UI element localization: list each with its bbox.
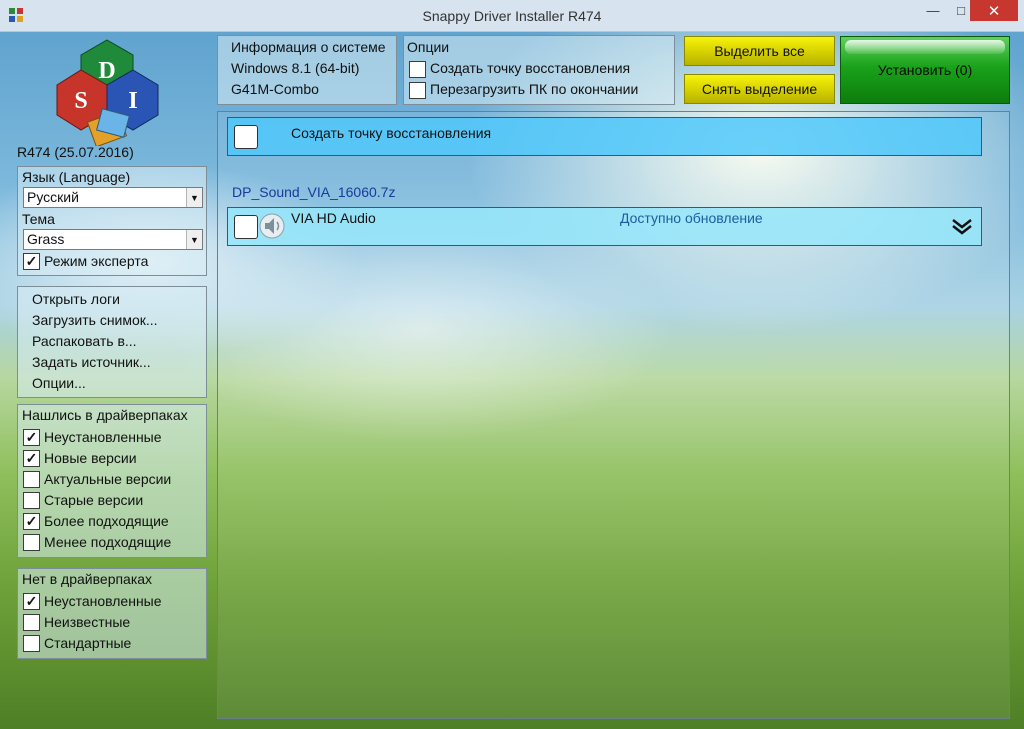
driver-row[interactable]: VIA HD Audio Доступно обновление	[227, 207, 982, 246]
filter-unknown-label: Неизвестные	[44, 614, 131, 630]
found-filter-panel: Нашлись в драйверпаках ✓ Неустановленные…	[17, 404, 207, 558]
checkmark-icon: ✓	[25, 253, 38, 269]
theme-select[interactable]: Grass ▼	[23, 229, 203, 250]
sdi-logo: D S I	[56, 39, 159, 146]
minimize-icon: —	[926, 3, 940, 18]
restore-row-checkbox[interactable]	[234, 125, 258, 149]
logo-letter-s: S	[74, 88, 87, 114]
options-title: Опции	[407, 39, 450, 55]
filter-better-checkbox[interactable]: ✓	[23, 513, 40, 530]
driverpack-name: DP_Sound_VIA_16060.7z	[232, 184, 396, 200]
filter-newer-checkbox[interactable]: ✓	[23, 450, 40, 467]
chevron-down-icon: ▼	[186, 188, 202, 207]
speaker-icon	[259, 213, 285, 239]
expert-mode-checkbox[interactable]: ✓	[23, 253, 40, 270]
title-bar: Snappy Driver Installer R474 — □ ✕	[0, 0, 1024, 32]
restore-row-label: Создать точку восстановления	[291, 125, 492, 141]
chevron-down-icon: ▼	[186, 230, 202, 249]
expand-icon[interactable]	[951, 218, 973, 236]
filter-not-installed-checkbox[interactable]: ✓	[23, 429, 40, 446]
restore-point-row[interactable]: Создать точку восстановления	[227, 117, 982, 156]
close-button[interactable]: ✕	[970, 0, 1018, 21]
menu-item-load-snapshot[interactable]: Загрузить снимок...	[32, 312, 158, 328]
filter-current-label: Актуальные версии	[44, 471, 172, 487]
restore-point-checkbox[interactable]	[409, 61, 426, 78]
filter-worse-label: Менее подходящие	[44, 534, 172, 550]
driver-status: Доступно обновление	[620, 210, 763, 226]
filter-not-installed-label: Неустановленные	[44, 429, 162, 445]
filter-standard-checkbox[interactable]	[23, 635, 40, 652]
filter-missing-not-installed-checkbox[interactable]: ✓	[23, 593, 40, 610]
minimize-button[interactable]: —	[919, 0, 947, 21]
filter-older-checkbox[interactable]	[23, 492, 40, 509]
version-label: R474 (25.07.2016)	[17, 144, 134, 160]
system-info-panel: Информация о системе Windows 8.1 (64-bit…	[217, 35, 397, 105]
filter-older-label: Старые версии	[44, 492, 144, 508]
filter-newer-label: Новые версии	[44, 450, 137, 466]
maximize-icon: □	[957, 3, 965, 18]
checkmark-icon: ✓	[25, 513, 38, 529]
menu-item-set-source[interactable]: Задать источник...	[32, 354, 151, 370]
window-title: Snappy Driver Installer R474	[422, 8, 602, 24]
found-filter-title: Нашлись в драйверпаках	[22, 407, 188, 423]
logo-letter-i: I	[128, 88, 137, 114]
checkmark-icon: ✓	[25, 429, 38, 445]
expert-mode-label: Режим эксперта	[44, 253, 149, 269]
menu-item-options[interactable]: Опции...	[32, 375, 86, 391]
menu-item-open-logs[interactable]: Открыть логи	[32, 291, 120, 307]
driver-list: Создать точку восстановления DP_Sound_VI…	[217, 111, 1010, 719]
system-os: Windows 8.1 (64-bit)	[231, 60, 360, 76]
theme-label: Тема	[22, 211, 55, 227]
filter-worse-checkbox[interactable]	[23, 534, 40, 551]
install-button-label: Установить (0)	[877, 62, 973, 78]
deselect-button[interactable]: Снять выделение	[684, 74, 835, 104]
reboot-checkbox[interactable]	[409, 82, 426, 99]
logo-letter-d: D	[98, 58, 115, 84]
filter-missing-not-installed-label: Неустановленные	[44, 593, 162, 609]
close-icon: ✕	[987, 2, 1001, 20]
reboot-label: Перезагрузить ПК по окончании	[430, 81, 639, 97]
system-info-title: Информация о системе	[231, 39, 386, 55]
settings-panel: Язык (Language) Русский ▼ Тема Grass ▼ ✓…	[17, 166, 207, 276]
filter-standard-label: Стандартные	[44, 635, 132, 651]
checkmark-icon: ✓	[25, 593, 38, 609]
restore-point-label: Создать точку восстановления	[430, 60, 631, 76]
install-button[interactable]: Установить (0)	[840, 36, 1010, 104]
options-panel: Опции Создать точку восстановления Перез…	[403, 35, 675, 105]
language-label: Язык (Language)	[22, 169, 131, 185]
driver-name: VIA HD Audio	[291, 210, 376, 226]
filter-better-label: Более подходящие	[44, 513, 169, 529]
filter-unknown-checkbox[interactable]	[23, 614, 40, 631]
missing-filter-panel: Нет в драйверпаках ✓ Неустановленные Неи…	[17, 568, 207, 659]
filter-current-checkbox[interactable]	[23, 471, 40, 488]
language-select[interactable]: Русский ▼	[23, 187, 203, 208]
client-area: D S I R474 (25.07.2016) Язык (Language) …	[0, 31, 1024, 729]
select-all-button[interactable]: Выделить все	[684, 36, 835, 66]
button-gloss	[845, 40, 1005, 54]
checkmark-icon: ✓	[25, 450, 38, 466]
missing-filter-title: Нет в драйверпаках	[22, 571, 153, 587]
system-board: G41M-Combo	[231, 81, 319, 97]
driver-row-checkbox[interactable]	[234, 215, 258, 239]
language-value: Русский	[27, 189, 79, 205]
app-window: Snappy Driver Installer R474 — □ ✕ D S I…	[0, 0, 1024, 729]
menu-item-extract-to[interactable]: Распаковать в...	[32, 333, 137, 349]
theme-value: Grass	[27, 231, 65, 247]
actions-panel: Открыть логи Загрузить снимок... Распако…	[17, 286, 207, 398]
